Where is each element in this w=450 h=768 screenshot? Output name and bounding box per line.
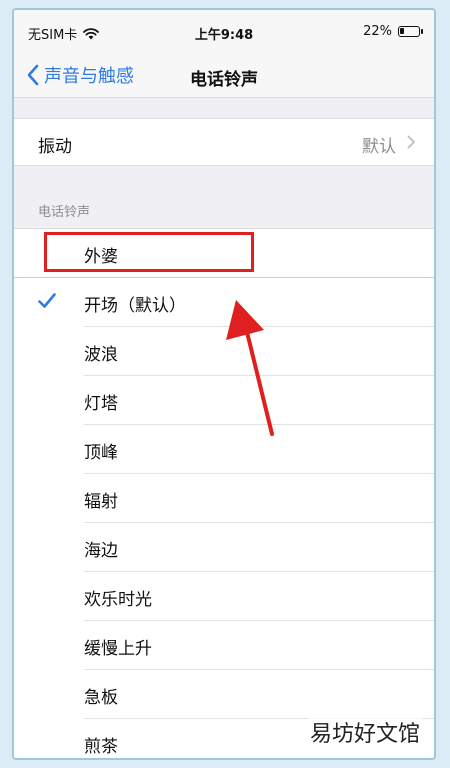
ringtone-label: 灯塔 xyxy=(84,394,118,414)
ringtone-label: 开场（默认） xyxy=(84,296,186,316)
ringtone-row[interactable]: 海边 xyxy=(14,523,434,572)
ringtone-row[interactable]: 欢乐时光 xyxy=(14,572,434,621)
chevron-left-icon xyxy=(27,64,39,86)
ringtone-row[interactable]: 开场（默认） xyxy=(14,278,434,327)
ringtone-section-header: 电话铃声 xyxy=(14,166,434,228)
ringtone-label: 波浪 xyxy=(84,345,118,365)
ringtone-label: 外婆 xyxy=(84,247,118,267)
section-spacer xyxy=(14,98,434,118)
ringtone-label: 缓慢上升 xyxy=(84,639,152,659)
back-button[interactable]: 声音与触感 xyxy=(26,62,134,88)
navigation-bar: 声音与触感 电话铃声 xyxy=(14,56,434,98)
status-bar: 无SIM卡 上午9:48 22% xyxy=(14,10,434,56)
ringtone-row[interactable]: 灯塔 xyxy=(14,376,434,425)
ringtone-row[interactable]: 外婆 xyxy=(14,229,434,278)
ringtone-row[interactable]: 顶峰 xyxy=(14,425,434,474)
ringtone-label: 顶峰 xyxy=(84,443,118,463)
ringtone-row[interactable]: 辐射 xyxy=(14,474,434,523)
screenshot-frame: 无SIM卡 上午9:48 22% 声音与触感 电话铃声 振动 默认 电话铃声 外… xyxy=(12,8,436,760)
ringtone-row[interactable]: 急板 xyxy=(14,670,434,719)
ringtone-label: 急板 xyxy=(84,688,118,708)
battery-fill xyxy=(400,28,404,34)
vibration-row[interactable]: 振动 默认 xyxy=(14,118,434,166)
ringtone-row[interactable]: 煎茶 xyxy=(14,719,434,758)
ringtone-label: 欢乐时光 xyxy=(84,590,152,610)
status-right: 22% xyxy=(363,24,423,39)
checkmark-icon xyxy=(38,293,56,308)
battery-percent: 22% xyxy=(363,24,392,39)
ringtone-label: 辐射 xyxy=(84,492,118,512)
ringtone-row[interactable]: 缓慢上升 xyxy=(14,621,434,670)
battery-icon xyxy=(398,26,423,37)
ringtone-label: 海边 xyxy=(84,541,118,561)
vibration-value: 默认 xyxy=(362,137,396,157)
ringtone-row[interactable]: 波浪 xyxy=(14,327,434,376)
back-button-label: 声音与触感 xyxy=(44,66,134,87)
chevron-right-icon xyxy=(407,135,415,149)
ringtone-label: 煎茶 xyxy=(84,737,118,757)
vibration-label: 振动 xyxy=(38,137,72,157)
ringtone-list: 外婆开场（默认） 波浪灯塔顶峰辐射海边欢乐时光缓慢上升急板煎茶 xyxy=(14,228,434,758)
section-header-label: 电话铃声 xyxy=(38,205,91,220)
